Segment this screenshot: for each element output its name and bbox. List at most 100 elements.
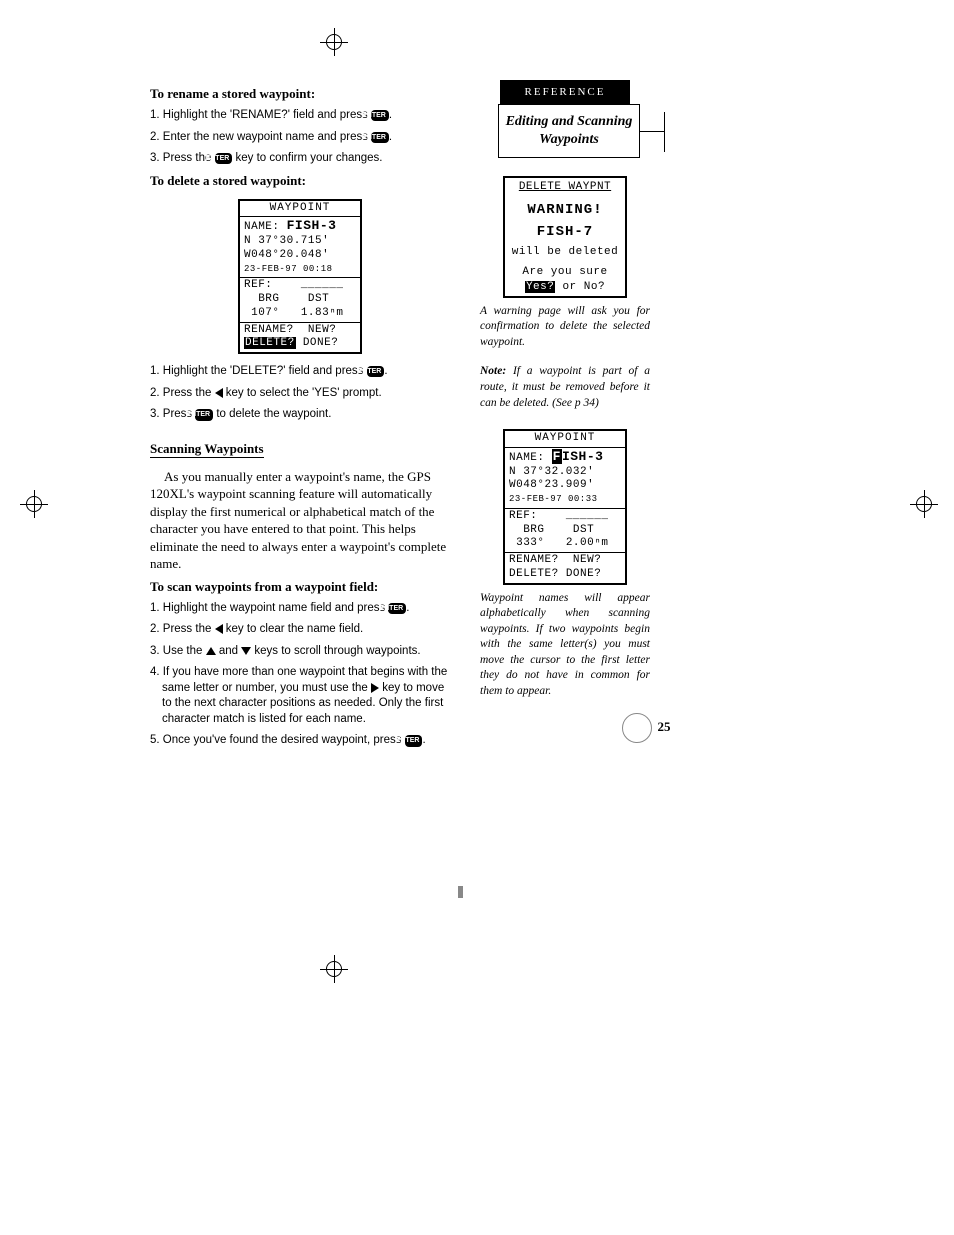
brg-label: BRG [523,524,544,536]
delete-step-2: 2. Press the key to select the 'YES' pro… [162,386,450,402]
step-text: 2. Press the [150,623,215,635]
name-first-char-highlighted: F [552,449,562,464]
rename-field: RENAME? [244,324,294,336]
step-text: 3. Press the [150,152,215,164]
delete-field: DELETE? [509,568,559,580]
enter-key-icon: ENTER [371,132,389,143]
enter-key-icon: ENTER [388,603,406,614]
step-text: keys to scroll through waypoints. [251,645,420,657]
enter-key-icon: ENTER [215,153,233,164]
rename-step-2: 2. Enter the new waypoint name and press… [162,130,450,146]
ref-label: REF: [244,279,272,291]
crop-mark-top [320,28,348,56]
dst-value: 2.00ⁿm [566,537,609,549]
scan-step-2: 2. Press the key to clear the name field… [162,622,450,638]
step-text: key to clear the name field. [223,623,364,635]
step-text: and [216,645,242,657]
brg-value: 333° [516,537,544,549]
page-number-area: 25 [480,713,650,746]
new-field: NEW? [308,324,336,336]
step-text: . [384,365,387,377]
warn-line1: will be deleted [505,245,625,259]
page-number: 25 [650,719,678,735]
crop-mark-right [910,490,938,518]
step-text: . [389,109,392,121]
enter-key-icon: ENTER [195,409,213,420]
step-text: 3. Use the [150,645,206,657]
warn-no: No? [584,281,605,293]
left-arrow-icon [215,388,223,398]
step-text: key to select the 'YES' prompt. [223,387,382,399]
new-field: NEW? [573,554,601,566]
name-rest: ISH-3 [562,449,604,464]
waypoint-screen-delete: WAYPOINT NAME: FISH-3 N 37°30.715' W048°… [238,199,362,355]
heading-scan-steps: To scan waypoints from a waypoint field: [150,579,450,595]
gutter-mark [458,886,463,898]
dst-value: 1.83ⁿm [301,307,344,319]
step-text: 5. Once you've found the desired waypoin… [150,734,405,746]
lon-value: W048°23.909' [509,479,594,491]
caption-1: A warning page will ask you for confirma… [480,304,650,351]
dst-label: DST [308,293,329,305]
lat-value: N 37°30.715' [244,235,329,247]
scan-step-5: 5. Once you've found the desired waypoin… [162,733,450,749]
note-caption: Note: If a waypoint is part of a route, … [480,364,650,411]
page-number-circle: 25 [622,713,650,741]
done-field: DONE? [566,568,602,580]
scanning-body: As you manually enter a waypoint's name,… [150,468,450,573]
sidebar-column: REFERENCE Editing and Scanning Waypoints… [480,80,650,755]
done-field: DONE? [303,337,339,349]
step-text: key to confirm your changes. [232,152,382,164]
right-arrow-icon [371,683,379,693]
lon-value: W048°20.048' [244,249,329,261]
step-text: to delete the waypoint. [213,408,331,420]
name-label: NAME: [244,221,280,233]
note-text: If a waypoint is part of a route, it mus… [480,365,650,408]
scan-step-3: 3. Use the and keys to scroll through wa… [162,644,450,660]
warn-header: DELETE WAYPNT [505,178,625,196]
ref-blank: ______ [566,510,609,522]
dst-label: DST [573,524,594,536]
caption-2: Waypoint names will appear alphabeticall… [480,591,650,700]
delete-field-highlighted: DELETE? [244,337,296,349]
warn-yes-highlighted: Yes? [525,281,555,293]
step-text: . [389,131,392,143]
down-arrow-icon [241,647,251,655]
warn-or: or [555,281,583,293]
delete-step-3: 3. Press ENTER to delete the waypoint. [162,407,450,423]
scan-step-4: 4. If you have more than one waypoint th… [162,665,450,727]
page-content: To rename a stored waypoint: 1. Highligh… [150,80,810,755]
warn-line2: Are you sure [505,265,625,279]
crop-mark-bottom [320,955,348,983]
enter-key-icon: ENTER [371,110,389,121]
up-arrow-icon [206,647,216,655]
name-value: FISH-3 [287,218,337,233]
rename-field: RENAME? [509,554,559,566]
screen-title: WAYPOINT [240,201,360,218]
date-value: 23-FEB-97 00:18 [244,264,333,274]
left-arrow-icon [215,624,223,634]
step-text: 1. Highlight the 'DELETE?' field and pre… [150,365,367,377]
warn-wpt-name: FISH-7 [505,223,625,241]
delete-step-1: 1. Highlight the 'DELETE?' field and pre… [162,364,450,380]
step-text: . [406,602,409,614]
enter-key-icon: ENTER [367,366,385,377]
waypoint-screen-scan: WAYPOINT NAME: FISH-3 N 37°32.032' W048°… [503,429,627,585]
enter-key-icon: ENTER [405,735,423,746]
rename-step-3: 3. Press the ENTER key to confirm your c… [162,151,450,167]
warn-warning: WARNING! [505,201,625,219]
note-label: Note: [480,365,506,377]
scan-step-1: 1. Highlight the waypoint name field and… [162,601,450,617]
ref-blank: ______ [301,279,344,291]
main-column: To rename a stored waypoint: 1. Highligh… [150,80,450,755]
heading-rename: To rename a stored waypoint: [150,86,450,102]
topic-box: Editing and Scanning Waypoints [498,104,640,158]
topic-title: Editing and Scanning Waypoints [506,114,633,147]
step-text: 2. Press the [150,387,215,399]
rename-step-1: 1. Highlight the 'RENAME?' field and pre… [162,108,450,124]
heading-delete: To delete a stored waypoint: [150,173,450,189]
topic-tab-line [639,131,665,133]
step-text: 1. Highlight the 'RENAME?' field and pre… [150,109,371,121]
heading-scanning: Scanning Waypoints [150,441,264,458]
brg-label: BRG [258,293,279,305]
